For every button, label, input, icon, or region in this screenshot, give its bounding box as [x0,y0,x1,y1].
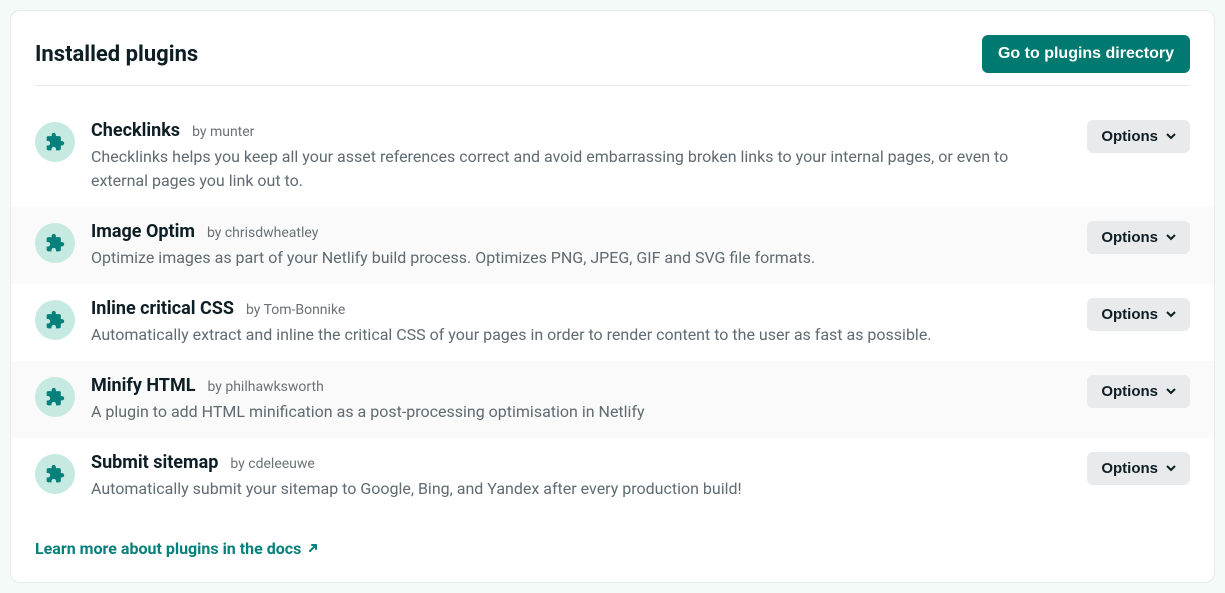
options-button[interactable]: Options [1087,375,1190,408]
installed-plugins-card: Installed plugins Go to plugins director… [10,10,1215,583]
plugin-author: by munter [192,124,254,140]
chevron-down-icon [1166,460,1176,477]
options-button[interactable]: Options [1087,221,1190,254]
plugin-row: Image Optim by chrisdwheatley Optimize i… [11,207,1214,284]
plugin-name: Minify HTML [91,375,195,396]
chevron-down-icon [1166,128,1176,145]
options-label: Options [1101,383,1158,400]
go-to-plugins-directory-button[interactable]: Go to plugins directory [982,35,1190,73]
plugin-actions: Options [1087,375,1190,408]
plugin-actions: Options [1087,298,1190,331]
plugin-author: by philhawksworth [207,379,323,395]
puzzle-piece-icon [35,454,75,494]
plugin-actions: Options [1087,221,1190,254]
plugin-actions: Options [1087,120,1190,153]
options-button[interactable]: Options [1087,452,1190,485]
options-button[interactable]: Options [1087,298,1190,331]
plugin-description: Optimize images as part of your Netlify … [91,246,1021,270]
puzzle-piece-icon [35,300,75,340]
external-link-icon [307,539,319,558]
plugin-author: by cdeleeuwe [230,456,314,472]
plugin-description: Automatically extract and inline the cri… [91,323,1021,347]
plugin-description: Automatically submit your sitemap to Goo… [91,477,1021,501]
plugin-description: A plugin to add HTML minification as a p… [91,400,1021,424]
plugin-author: by chrisdwheatley [207,225,318,241]
options-label: Options [1101,229,1158,246]
plugin-info: Minify HTML by philhawksworth A plugin t… [91,375,1071,424]
learn-more-link[interactable]: Learn more about plugins in the docs [35,539,319,558]
learn-more-text: Learn more about plugins in the docs [35,539,301,558]
options-button[interactable]: Options [1087,120,1190,153]
plugin-info: Submit sitemap by cdeleeuwe Automaticall… [91,452,1071,501]
plugin-row: Minify HTML by philhawksworth A plugin t… [11,361,1214,438]
plugin-info: Image Optim by chrisdwheatley Optimize i… [91,221,1071,270]
plugin-name: Inline critical CSS [91,298,234,319]
chevron-down-icon [1166,229,1176,246]
options-label: Options [1101,128,1158,145]
chevron-down-icon [1166,306,1176,323]
plugin-list: Checklinks by munter Checklinks helps yo… [35,106,1190,515]
plugin-info: Inline critical CSS by Tom-Bonnike Autom… [91,298,1071,347]
puzzle-piece-icon [35,122,75,162]
plugin-info: Checklinks by munter Checklinks helps yo… [91,120,1071,193]
plugin-title-row: Inline critical CSS by Tom-Bonnike [91,298,1071,319]
options-label: Options [1101,306,1158,323]
plugin-title-row: Image Optim by chrisdwheatley [91,221,1071,242]
plugin-title-row: Minify HTML by philhawksworth [91,375,1071,396]
card-header: Installed plugins Go to plugins director… [35,35,1190,86]
plugin-author: by Tom-Bonnike [246,302,345,318]
puzzle-piece-icon [35,223,75,263]
chevron-down-icon [1166,383,1176,400]
plugin-name: Checklinks [91,120,180,141]
card-footer: Learn more about plugins in the docs [35,539,1190,558]
plugin-row: Inline critical CSS by Tom-Bonnike Autom… [35,284,1190,361]
puzzle-piece-icon [35,377,75,417]
plugin-name: Image Optim [91,221,195,242]
plugin-name: Submit sitemap [91,452,218,473]
plugin-row: Checklinks by munter Checklinks helps yo… [35,106,1190,207]
plugin-description: Checklinks helps you keep all your asset… [91,145,1021,193]
plugin-title-row: Checklinks by munter [91,120,1071,141]
plugin-row: Submit sitemap by cdeleeuwe Automaticall… [35,438,1190,515]
options-label: Options [1101,460,1158,477]
page-title: Installed plugins [35,42,198,67]
plugin-title-row: Submit sitemap by cdeleeuwe [91,452,1071,473]
plugin-actions: Options [1087,452,1190,485]
